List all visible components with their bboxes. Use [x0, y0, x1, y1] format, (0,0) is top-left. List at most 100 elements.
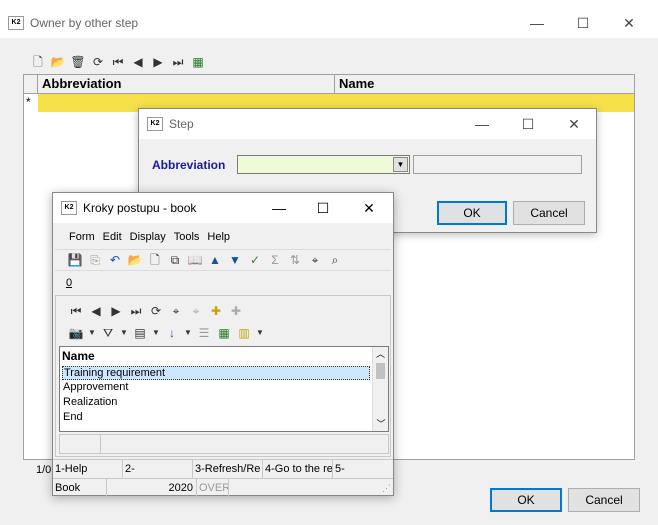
- list-footer: [59, 434, 389, 454]
- form-icon[interactable]: ▤: [132, 325, 148, 341]
- menu-edit[interactable]: Edit: [103, 231, 122, 243]
- last-record-icon[interactable]: ⏭: [170, 54, 186, 70]
- menu-tools[interactable]: Tools: [174, 231, 200, 243]
- last-record-icon[interactable]: ⏭: [128, 303, 144, 319]
- binoculars-icon[interactable]: ⌖: [168, 303, 184, 319]
- resize-grip-icon[interactable]: ⋰: [382, 483, 391, 494]
- sort-icon[interactable]: ⇅: [287, 252, 303, 268]
- status-f2[interactable]: 2-: [123, 460, 193, 478]
- list-item[interactable]: Training requirement: [62, 366, 370, 380]
- maximize-button[interactable]: ☐: [560, 8, 606, 38]
- next-record-icon[interactable]: ▶: [108, 303, 124, 319]
- main-toolbar: 🗋 📂 🗑 ⟳ ⏮ ◀ ▶ ⏭ ▦: [30, 53, 210, 71]
- title-bg: [0, 0, 658, 8]
- list-header-name[interactable]: Name: [62, 349, 95, 363]
- dropdown-arrow-icon[interactable]: ▼: [393, 157, 408, 172]
- binoculars-icon[interactable]: ⌖: [307, 252, 323, 268]
- new-document-icon[interactable]: 🗋: [147, 252, 163, 268]
- menu-help[interactable]: Help: [207, 231, 230, 243]
- list-icon[interactable]: ☰: [196, 325, 212, 341]
- refresh-icon[interactable]: ⟳: [90, 54, 106, 70]
- scroll-thumb[interactable]: [376, 363, 385, 379]
- add-star-icon[interactable]: ✚: [208, 303, 224, 319]
- open-folder-icon[interactable]: 📂: [127, 252, 143, 268]
- menu-form[interactable]: Form: [69, 231, 95, 243]
- undo-icon[interactable]: ↶: [107, 252, 123, 268]
- sort-az-icon[interactable]: ↓: [164, 325, 180, 341]
- tab-0-label: 0: [65, 277, 73, 289]
- find-next-icon[interactable]: ⌕: [327, 252, 343, 268]
- new-record-icon[interactable]: 🗋: [30, 54, 46, 70]
- status-year: 2020: [155, 479, 197, 497]
- list-scrollbar[interactable]: ︿ ﹀: [372, 347, 388, 431]
- step-dialog-title: Step: [169, 117, 194, 131]
- chevron-down-icon[interactable]: ▼: [120, 325, 128, 341]
- steps-list: Name Training requirement Approvement Re…: [59, 346, 389, 432]
- chevron-down-icon[interactable]: ▼: [184, 325, 192, 341]
- status-f5[interactable]: 5-: [333, 460, 393, 478]
- book-icon[interactable]: 📖: [187, 252, 203, 268]
- scroll-down-icon[interactable]: ﹀: [373, 417, 389, 431]
- kroky-maximize-button[interactable]: ☐: [301, 193, 345, 223]
- column-header-name[interactable]: Name: [335, 75, 634, 94]
- step-name-field[interactable]: [413, 155, 582, 174]
- excel-export-icon[interactable]: ▦: [190, 54, 206, 70]
- abbreviation-combobox[interactable]: ▼: [237, 155, 410, 174]
- filter-check-icon[interactable]: ✓: [247, 252, 263, 268]
- column-header-abbreviation[interactable]: Abbreviation: [38, 75, 335, 94]
- chevron-down-icon[interactable]: ▼: [88, 325, 96, 341]
- save-as-icon[interactable]: ⎘: [87, 252, 103, 268]
- next-record-icon[interactable]: ▶: [150, 54, 166, 70]
- scroll-up-icon[interactable]: ︿: [373, 347, 388, 361]
- step-ok-button[interactable]: OK: [437, 201, 507, 225]
- menu-display[interactable]: Display: [130, 231, 166, 243]
- prev-record-icon[interactable]: ◀: [130, 54, 146, 70]
- status-f1-help[interactable]: 1-Help: [53, 460, 123, 478]
- move-down-icon[interactable]: ▼: [227, 252, 243, 268]
- first-record-icon[interactable]: ⏮: [68, 303, 84, 319]
- move-up-icon[interactable]: ▲: [207, 252, 223, 268]
- main-ok-button[interactable]: OK: [490, 488, 562, 512]
- delete-icon[interactable]: 🗑: [70, 54, 86, 70]
- prev-record-icon[interactable]: ◀: [88, 303, 104, 319]
- step-cancel-button[interactable]: Cancel: [513, 201, 585, 225]
- app-logo-icon: K2: [61, 201, 77, 215]
- status-book: Book: [53, 479, 107, 497]
- chevron-down-icon[interactable]: ▼: [152, 325, 160, 341]
- refresh-icon[interactable]: ⟳: [148, 303, 164, 319]
- footer-divider: [100, 435, 101, 453]
- main-cancel-button[interactable]: Cancel: [568, 488, 640, 512]
- kroky-window: K2 Kroky postupu - book — ☐ ✕ Form Edit …: [52, 192, 394, 497]
- app-logo-icon: K2: [8, 16, 24, 30]
- first-record-icon[interactable]: ⏮: [110, 54, 126, 70]
- kroky-minimize-button[interactable]: —: [257, 193, 301, 223]
- kroky-status-bar-2: Book 2020 OVER ⋰: [53, 478, 393, 497]
- grid-row-header-corner: [24, 75, 38, 94]
- new-row-marker: *: [26, 95, 31, 109]
- nav-toolbar: ⏮ ◀ ▶ ⏭ ⟳ ⌖ ⌖ ✚ ✚: [68, 302, 248, 320]
- chevron-down-icon[interactable]: ▼: [256, 325, 264, 341]
- report-icon[interactable]: ▥: [236, 325, 252, 341]
- step-maximize-button[interactable]: ☐: [505, 109, 551, 139]
- list-item[interactable]: Approvement: [63, 381, 128, 393]
- excel-export-icon[interactable]: ▦: [216, 325, 232, 341]
- view-toolbar: 📷 ▼ ⛛ ▼ ▤ ▼ ↓ ▼ ☰ ▦ ▥ ▼: [68, 324, 268, 342]
- copy-icon[interactable]: ⧉: [167, 252, 183, 268]
- filter-icon[interactable]: ⛛: [100, 325, 116, 341]
- sum-icon[interactable]: Σ: [267, 252, 283, 268]
- kroky-toolbar: 💾 ⎘ ↶ 📂 🗋 ⧉ 📖 ▲ ▼ ✓ Σ ⇅ ⌖ ⌕: [55, 249, 391, 271]
- step-minimize-button[interactable]: —: [459, 109, 505, 139]
- camera-icon[interactable]: 📷: [68, 325, 84, 341]
- save-icon[interactable]: 💾: [67, 252, 83, 268]
- tab-0[interactable]: 0: [59, 277, 79, 295]
- step-close-button[interactable]: ✕: [551, 109, 597, 139]
- close-button[interactable]: ✕: [606, 8, 652, 38]
- kroky-menu-bar: Form Edit Display Tools Help: [55, 227, 391, 247]
- list-item[interactable]: Realization: [63, 396, 117, 408]
- minimize-button[interactable]: —: [514, 8, 560, 38]
- status-f3-refresh[interactable]: 3-Refresh/Re: [193, 460, 263, 478]
- status-f4-goto[interactable]: 4-Go to the re: [263, 460, 333, 478]
- list-item[interactable]: End: [63, 411, 83, 423]
- open-folder-icon[interactable]: 📂: [50, 54, 66, 70]
- kroky-close-button[interactable]: ✕: [347, 193, 391, 223]
